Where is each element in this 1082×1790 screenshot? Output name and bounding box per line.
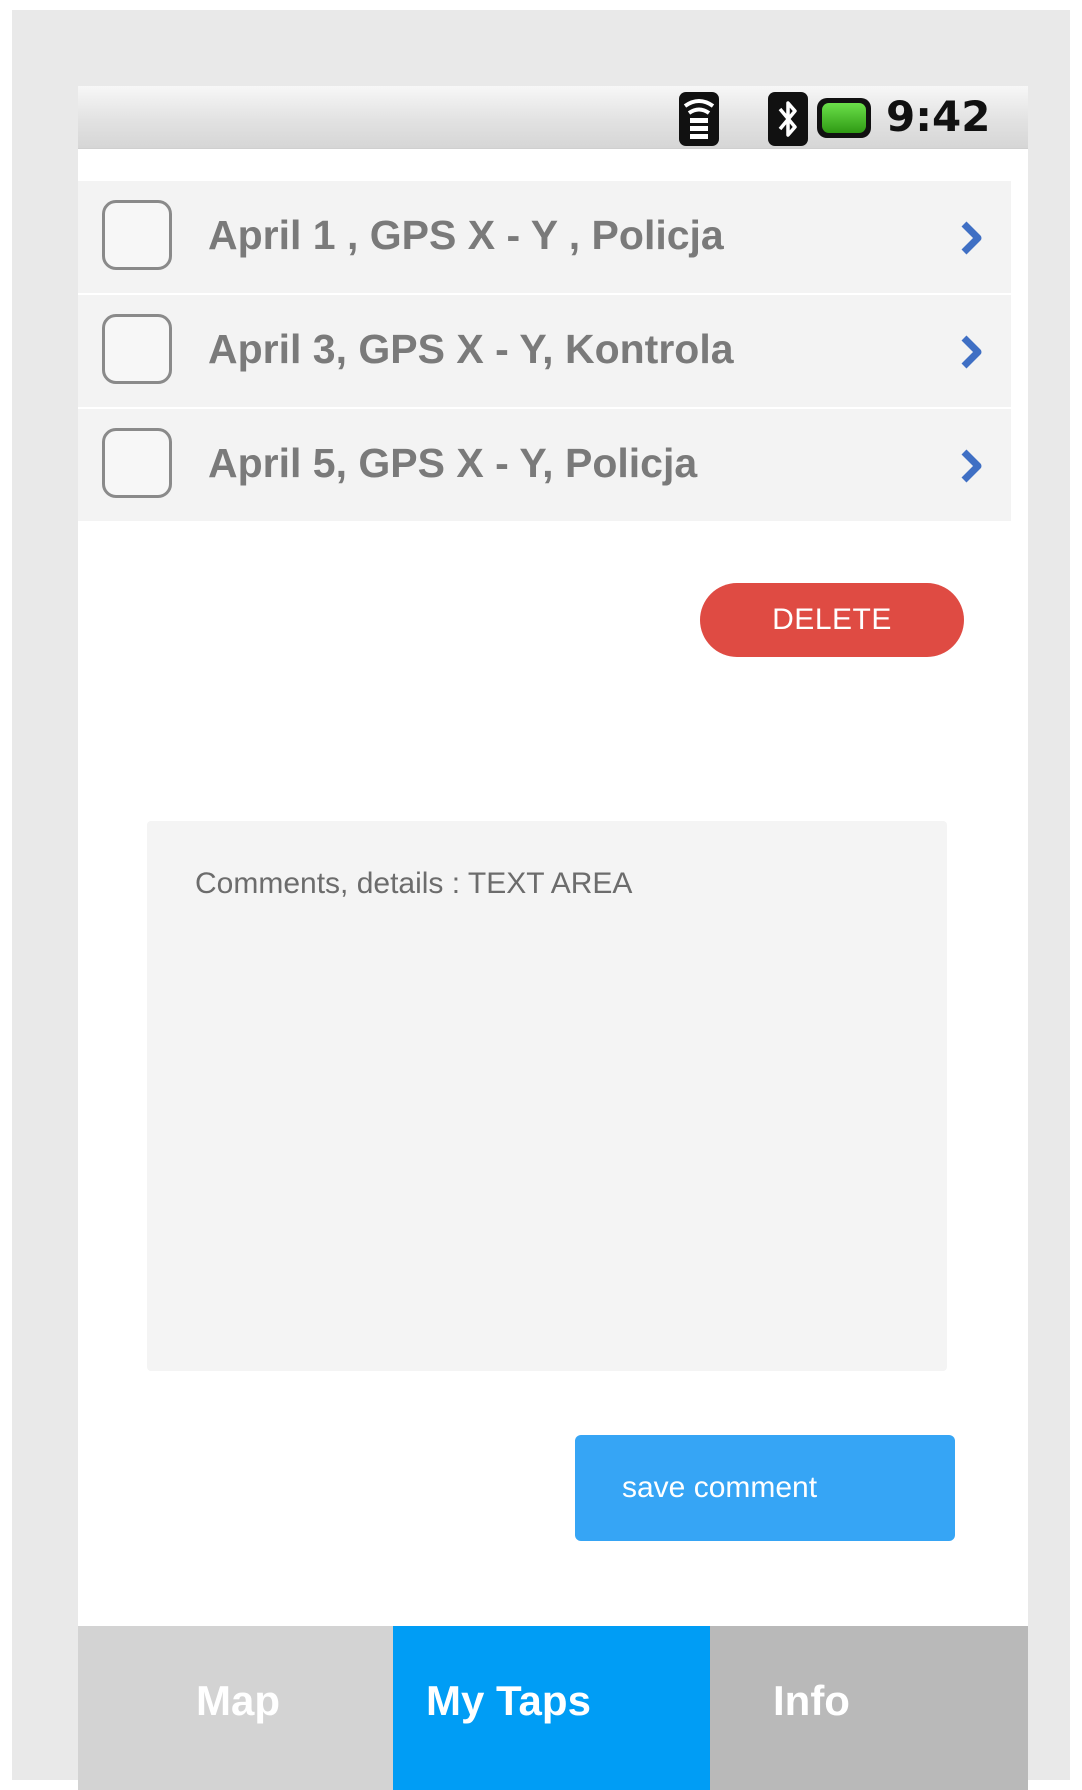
comments-textarea[interactable]: Comments, details : TEXT AREA [147, 821, 947, 1371]
wifi-icon [679, 92, 719, 146]
delete-button[interactable]: DELETE [700, 583, 964, 657]
list-item[interactable]: April 5, GPS X - Y, Policja [78, 409, 1011, 523]
app-screen: 9:42 April 1 , GPS X - Y , Policja April… [78, 86, 1028, 1790]
list-item-label: April 3, GPS X - Y, Kontrola [208, 326, 734, 372]
chevron-right-icon[interactable] [958, 220, 986, 256]
save-comment-button[interactable]: save comment [575, 1435, 955, 1541]
comments-placeholder: Comments, details : TEXT AREA [195, 867, 633, 900]
bluetooth-icon [768, 92, 808, 146]
list-item[interactable]: April 3, GPS X - Y, Kontrola [78, 295, 1011, 409]
tab-my-taps[interactable]: My Taps [393, 1626, 710, 1790]
row-checkbox[interactable] [102, 200, 172, 270]
tab-map[interactable]: Map [78, 1626, 393, 1790]
device-frame: 9:42 April 1 , GPS X - Y , Policja April… [12, 10, 1070, 1790]
battery-icon [817, 98, 871, 138]
status-time: 9:42 [886, 92, 991, 141]
chevron-right-icon[interactable] [958, 448, 986, 484]
list-item-label: April 5, GPS X - Y, Policja [208, 440, 698, 486]
row-checkbox[interactable] [102, 428, 172, 498]
chevron-right-icon[interactable] [958, 334, 986, 370]
battery-level [822, 103, 866, 133]
taps-list: April 1 , GPS X - Y , Policja April 3, G… [78, 181, 1011, 523]
list-item[interactable]: April 1 , GPS X - Y , Policja [78, 181, 1011, 295]
tab-info[interactable]: Info [710, 1626, 1028, 1790]
bottom-tab-bar: Map My Taps Info [78, 1626, 1028, 1790]
status-bar: 9:42 [78, 86, 1028, 149]
row-checkbox[interactable] [102, 314, 172, 384]
list-item-label: April 1 , GPS X - Y , Policja [208, 212, 724, 258]
